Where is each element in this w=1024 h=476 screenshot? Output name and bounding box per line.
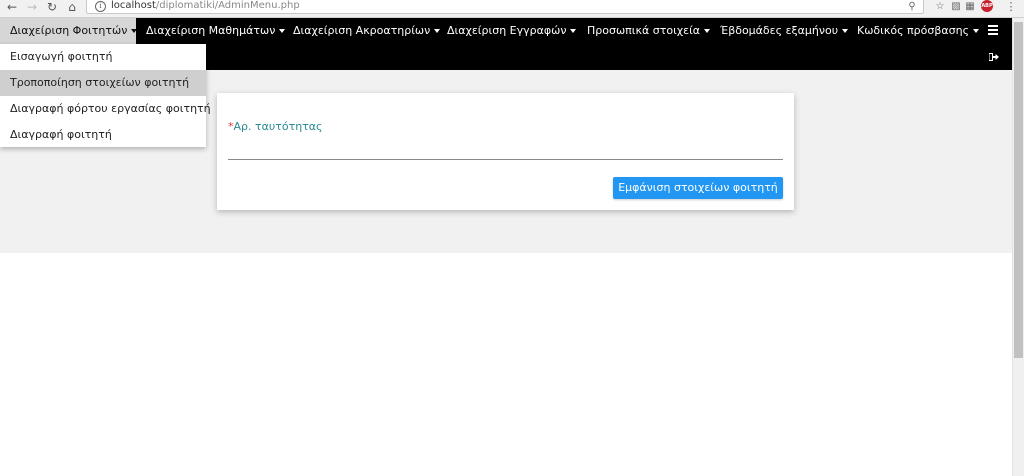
chevron-down-icon (570, 29, 577, 33)
hamburger-menu-icon[interactable] (988, 25, 998, 35)
nav-semester-weeks-label: Έβδομάδες εξαμήνου (720, 24, 839, 37)
show-student-details-button[interactable]: Εμφάνιση στοιχείων φοιτητή (613, 177, 783, 199)
home-icon[interactable]: ⌂ (64, 0, 80, 14)
browser-toolbar: ← → ↻ ⌂ i localhost/diplomatiki/AdminMen… (0, 0, 1024, 18)
scrollbar-thumb[interactable] (1014, 22, 1023, 358)
nav-password-label: Κωδικός πρόσβασης (857, 24, 970, 37)
browser-menu-icon[interactable]: ⋮ (1005, 0, 1017, 13)
nav-halls-label: Διαχείριση Ακροατηρίων (293, 24, 431, 37)
nav-registrations-label: Διαχείριση Εγγραφών (447, 24, 567, 37)
nav-semester-weeks[interactable]: Έβδομάδες εξαμήνου (720, 18, 849, 44)
reload-icon[interactable]: ↻ (44, 0, 60, 14)
chevron-down-icon (279, 29, 286, 33)
nav-registrations[interactable]: Διαχείριση Εγγραφών (447, 18, 577, 44)
star-icon[interactable]: ☆ (933, 0, 947, 13)
students-dropdown-menu: Εισαγωγή φοιτητή Τροποποίηση στοιχείων φ… (0, 44, 211, 148)
id-label-text: Αρ. ταυτότητας (233, 120, 323, 133)
forward-icon[interactable]: → (24, 0, 40, 14)
id-field-label: *Αρ. ταυτότητας (228, 120, 323, 133)
nav-halls[interactable]: Διαχείριση Ακροατηρίων (293, 18, 441, 44)
menu-item-delete-workload[interactable]: Διαγραφή φόρτου εργασίας φοιτητή (0, 96, 211, 122)
extension-icon[interactable]: ▦ (963, 0, 977, 13)
translate-icon[interactable]: ▧ (949, 0, 963, 13)
nav-students-label: Διαχείριση Φοιτητών (10, 24, 128, 37)
nav-personal-info[interactable]: Προσωπικά στοιχεία (587, 18, 711, 44)
chevron-down-icon (973, 29, 980, 33)
menu-item-delete-student[interactable]: Διαγραφή φοιτητή (0, 122, 206, 148)
nav-password[interactable]: Κωδικός πρόσβασης (857, 18, 980, 44)
search-icon[interactable]: ⚲ (905, 0, 919, 13)
menu-item-edit-student[interactable]: Τροποποίηση στοιχείων φοιτητή (0, 70, 206, 96)
chevron-down-icon (704, 29, 711, 33)
chevron-down-icon (131, 29, 138, 33)
back-icon[interactable]: ← (4, 0, 20, 14)
chevron-down-icon (434, 29, 441, 33)
info-icon[interactable]: i (95, 1, 106, 12)
address-bar[interactable]: i localhost/diplomatiki/AdminMenu.php ⚲ (86, 0, 924, 14)
adblock-icon[interactable]: ABP (981, 0, 993, 12)
nav-personal-info-label: Προσωπικά στοιχεία (587, 24, 701, 37)
page-scrollbar[interactable] (1012, 18, 1024, 476)
nav-courses-label: Διαχείριση Μαθημάτων (146, 24, 276, 37)
nav-students[interactable]: Διαχείριση Φοιτητών (0, 18, 138, 44)
logout-icon[interactable] (989, 53, 999, 61)
menu-item-add-student[interactable]: Εισαγωγή φοιτητή (0, 44, 206, 70)
student-lookup-card: *Αρ. ταυτότητας Εμφάνιση στοιχείων φοιτη… (217, 93, 794, 210)
url-text: localhost/diplomatiki/AdminMenu.php (111, 0, 300, 11)
id-number-input[interactable] (228, 137, 783, 160)
nav-courses[interactable]: Διαχείριση Μαθημάτων (146, 18, 286, 44)
chevron-down-icon (842, 29, 849, 33)
